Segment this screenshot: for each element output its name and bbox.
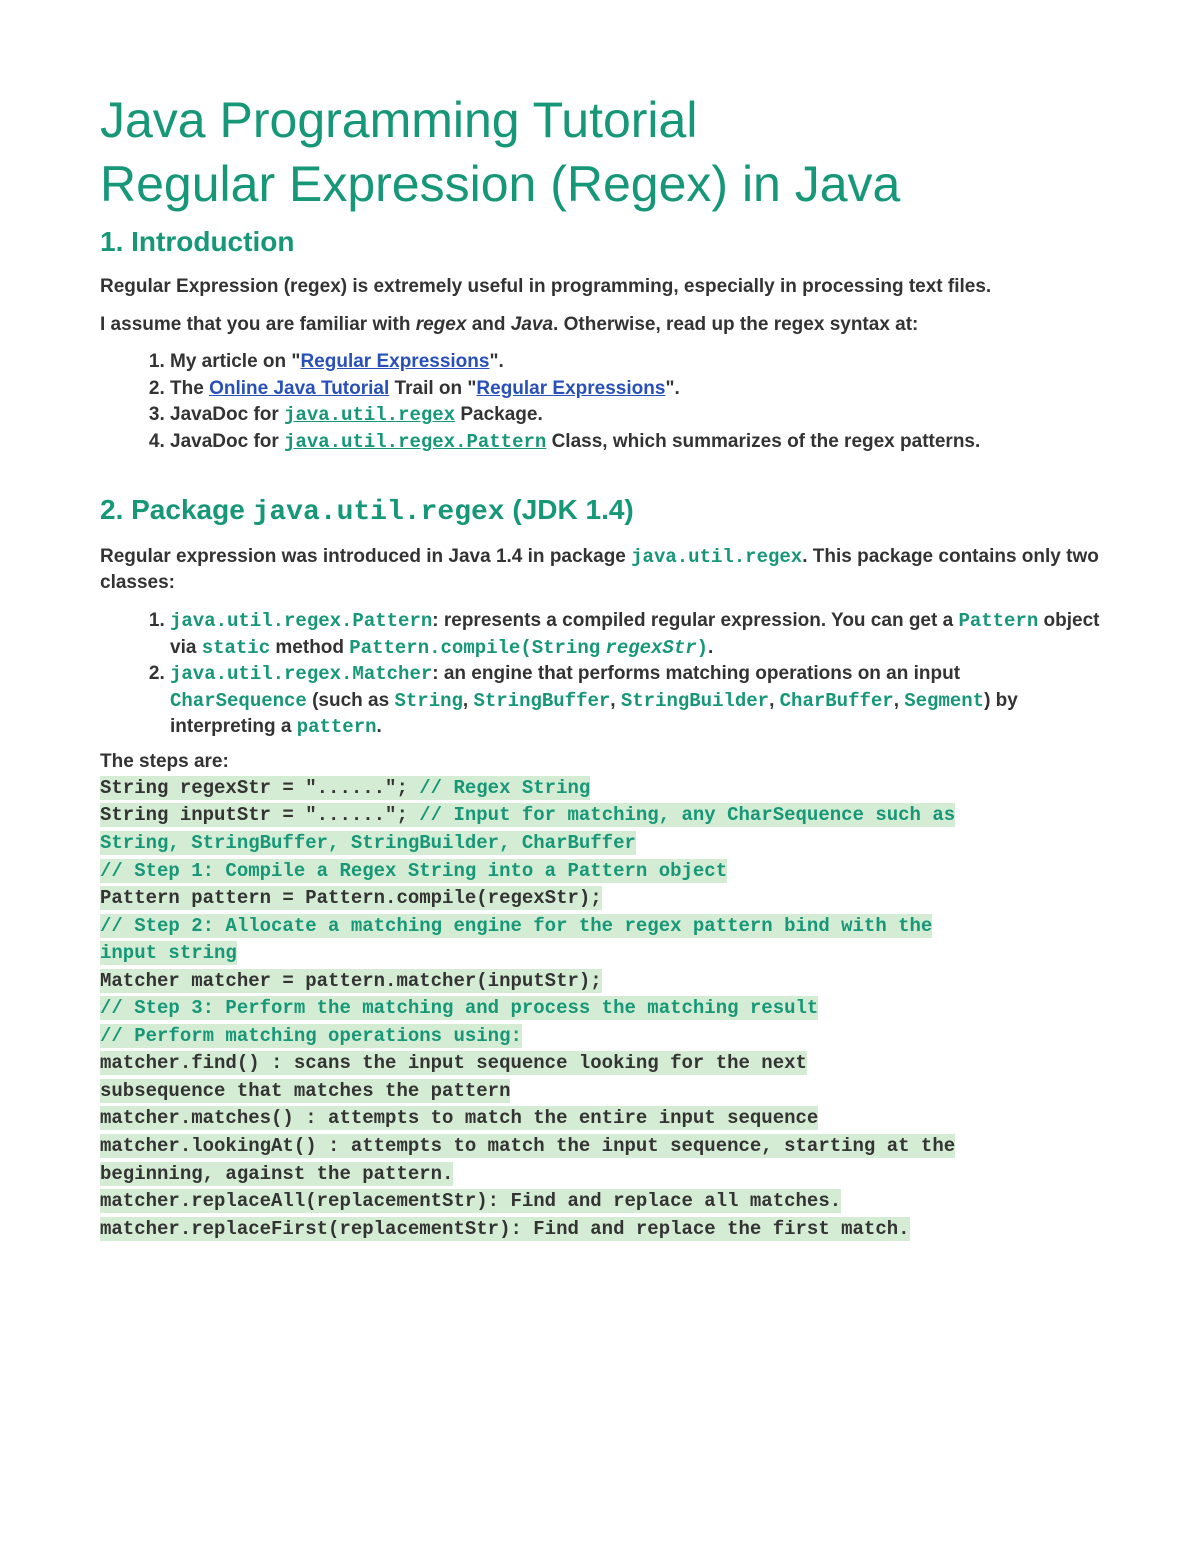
list-item: JavaDoc for java.util.regex Package. (170, 402, 1100, 429)
section-2-heading: 2. Package java.util.regex (JDK 1.4) (100, 494, 1100, 528)
section-2-paragraph-1: Regular expression was introduced in Jav… (100, 544, 1100, 596)
intro-paragraph-2: I assume that you are familiar with rege… (100, 312, 1100, 338)
intro-paragraph-1: Regular Expression (regex) is extremely … (100, 274, 1100, 300)
section-1-heading: 1. Introduction (100, 226, 1100, 258)
list-item: java.util.regex.Pattern: represents a co… (170, 608, 1100, 661)
list-item: My article on "Regular Expressions". (170, 349, 1100, 376)
page-title-line-1: Java Programming Tutorial (100, 90, 1100, 150)
code-example: String regexStr = "......"; // Regex Str… (100, 775, 1100, 1243)
steps-label: The steps are: (100, 751, 1100, 773)
online-java-tutorial-link[interactable]: Online Java Tutorial (209, 378, 389, 399)
java-util-regex-pattern-javadoc-link[interactable]: java.util.regex.Pattern (284, 431, 546, 453)
list-item: java.util.regex.Matcher: an engine that … (170, 661, 1100, 741)
regular-expressions-link[interactable]: Regular Expressions (300, 351, 489, 372)
intro-reading-list: My article on "Regular Expressions". The… (140, 349, 1100, 455)
java-util-regex-javadoc-link[interactable]: java.util.regex (284, 404, 455, 426)
list-item: The Online Java Tutorial Trail on "Regul… (170, 376, 1100, 403)
page-title-line-2: Regular Expression (Regex) in Java (100, 154, 1100, 214)
regular-expressions-trail-link[interactable]: Regular Expressions (476, 378, 665, 399)
list-item: JavaDoc for java.util.regex.Pattern Clas… (170, 429, 1100, 456)
package-classes-list: java.util.regex.Pattern: represents a co… (140, 608, 1100, 741)
